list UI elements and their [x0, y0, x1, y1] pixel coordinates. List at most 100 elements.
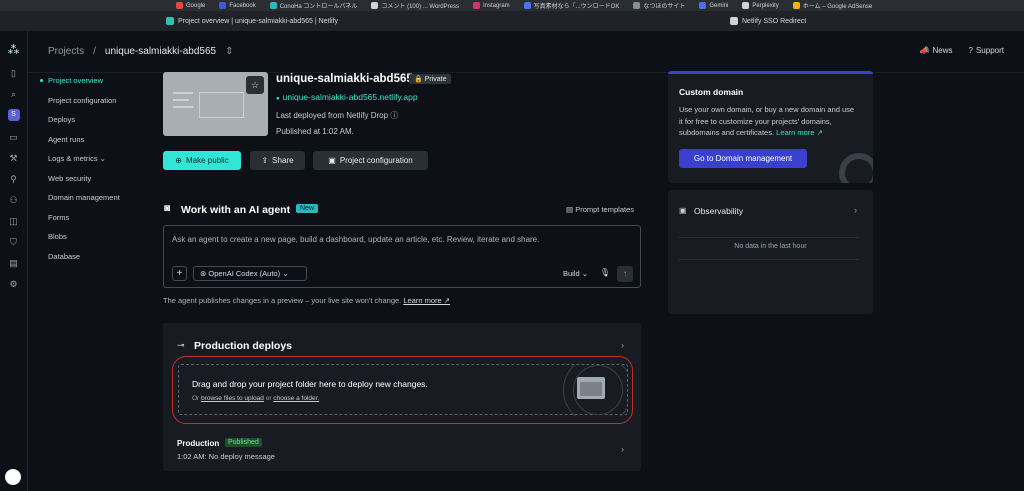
- breadcrumb-separator: /: [93, 46, 96, 57]
- drop-zone[interactable]: Drag and drop your project folder here t…: [178, 364, 628, 416]
- security-shield-icon[interactable]: ⛉: [9, 237, 19, 247]
- nav-item[interactable]: Blobs: [40, 231, 150, 251]
- production-deploys-card: ⊸ Production deploys › Drag and drop you…: [163, 323, 641, 471]
- thumb-line: [173, 106, 193, 108]
- bookmark-label: コメント (100) ... WordPress: [381, 4, 459, 10]
- support-button[interactable]: ? Support: [969, 46, 1004, 55]
- project-switcher-chevron-icon[interactable]: ⇕: [225, 46, 233, 57]
- favorite-star-icon[interactable]: ☆: [246, 76, 264, 94]
- netlify-favicon-icon: [166, 17, 174, 25]
- project-configuration-button[interactable]: ▣ Project configuration: [313, 151, 428, 170]
- observability-card[interactable]: ▣ Observability › No data in the last ho…: [668, 190, 873, 314]
- nav-item[interactable]: Logs & metrics ⌄: [40, 153, 150, 173]
- bookmark-label: Facebook: [229, 2, 256, 9]
- prompt-templates-link[interactable]: ▤ Prompt templates: [566, 205, 634, 214]
- observability-title: Observability: [694, 206, 744, 216]
- published-time: Published at 1:02 AM.: [276, 127, 354, 136]
- bookmark-favicon-icon: [699, 2, 707, 9]
- browser-tab-sso[interactable]: Netlify SSO Redirect: [730, 14, 806, 28]
- nav-item[interactable]: Project overview: [40, 75, 150, 95]
- members-icon[interactable]: ⚇: [9, 195, 19, 205]
- mode-label: Build: [562, 269, 580, 278]
- tab-title: Netlify SSO Redirect: [742, 17, 807, 25]
- ai-learn-more-link[interactable]: Learn more ↗: [403, 296, 450, 305]
- bookmark-item[interactable]: Google: [176, 2, 205, 9]
- attach-plus-button[interactable]: +: [172, 266, 187, 281]
- mode-select[interactable]: Build ⌄: [563, 269, 588, 278]
- nav-item[interactable]: Project configuration: [40, 95, 150, 115]
- ai-prompt-box[interactable]: Ask an agent to create a new page, build…: [163, 225, 641, 288]
- projects-icon[interactable]: ▭: [9, 132, 19, 142]
- bookmark-item[interactable]: 写真素材なら「...ウンロードOK: [523, 1, 619, 10]
- breadcrumb-projects-link[interactable]: Projects: [48, 46, 84, 57]
- microphone-icon[interactable]: 🎙: [600, 268, 610, 277]
- browse-files-link[interactable]: browse files to upload: [201, 395, 264, 402]
- chevron-right-icon[interactable]: ›: [621, 340, 624, 350]
- netlify-logo-icon[interactable]: ⁂: [7, 43, 21, 57]
- extensions-icon[interactable]: ⚲: [9, 174, 19, 184]
- ai-prompt-input[interactable]: Ask an agent to create a new page, build…: [172, 235, 539, 244]
- production-label[interactable]: Production: [177, 439, 219, 448]
- browser-tab-active[interactable]: Project overview | unique-salmiakki-abd5…: [166, 14, 338, 28]
- observability-empty-text: No data in the last hour: [734, 243, 807, 250]
- news-button[interactable]: 📣 News: [920, 46, 953, 55]
- go-to-domain-management-button[interactable]: Go to Domain management: [679, 149, 807, 168]
- bookmark-item[interactable]: なつほのサイト: [633, 1, 685, 10]
- chevron-right-icon[interactable]: ›: [854, 205, 857, 215]
- chart-gridline: [679, 237, 859, 238]
- nav-item[interactable]: Web security: [40, 173, 150, 193]
- bookmark-favicon-icon: [792, 2, 800, 9]
- builds-icon[interactable]: ⚒: [9, 153, 19, 163]
- site-preview-thumbnail[interactable]: ☆: [163, 72, 268, 136]
- prompt-templates-label: Prompt templates: [575, 205, 634, 214]
- netlify-app: ⁂ ▯ ⌕ S ▭ ⚒ ⚲ ⚇ ◫ ⛉ ▤ ⚙ Projects / uniqu…: [0, 31, 1024, 491]
- drop-zone-subtitle: Or browse files to upload or choose a fo…: [192, 395, 319, 402]
- share-button[interactable]: ⇪ Share: [250, 151, 305, 170]
- production-deploys-title[interactable]: Production deploys: [194, 340, 292, 352]
- bookmark-item[interactable]: コメント (100) ... WordPress: [371, 1, 459, 10]
- thumb-line: [173, 92, 193, 94]
- domains-icon[interactable]: ◫: [9, 216, 19, 226]
- ai-bot-icon: ◙: [164, 203, 171, 214]
- bookmark-item[interactable]: Gemini: [699, 2, 728, 9]
- domain-learn-more-link[interactable]: Learn more ↗: [776, 128, 823, 137]
- chevron-right-icon[interactable]: ›: [621, 444, 624, 454]
- custom-domain-card: Custom domain Use your own domain, or bu…: [668, 71, 873, 183]
- deploy-commit-icon: ⊸: [177, 340, 185, 350]
- site-name: unique-salmiakki-abd565: [276, 73, 413, 85]
- bookmark-item[interactable]: ホーム – Google AdSense: [792, 1, 873, 10]
- bookmark-item[interactable]: Perplexity: [742, 2, 779, 9]
- user-avatar[interactable]: [5, 469, 21, 485]
- nav-item[interactable]: Agent runs: [40, 134, 150, 154]
- search-icon[interactable]: ⌕: [9, 89, 19, 99]
- nav-item[interactable]: Forms: [40, 212, 150, 232]
- new-badge: New: [296, 204, 319, 213]
- chart-gridline: [679, 259, 859, 260]
- send-arrow-icon[interactable]: ↑: [617, 266, 633, 282]
- custom-domain-text: Use your own domain, or buy a new domain…: [679, 104, 859, 139]
- bookmark-item[interactable]: Instagram: [472, 2, 510, 9]
- private-badge: 🔒 Private: [409, 74, 452, 84]
- choose-folder-link[interactable]: choose a folder.: [273, 395, 319, 402]
- top-bar: Projects / unique-salmiakki-abd565 ⇕ 📣 Ne…: [28, 31, 1024, 73]
- bookmark-label: Instagram: [482, 2, 510, 9]
- info-icon[interactable]: ⓘ: [390, 111, 398, 120]
- bookmark-label: ホーム – Google AdSense: [802, 4, 873, 10]
- nav-item[interactable]: Database: [40, 251, 150, 271]
- nav-item[interactable]: Domain management: [40, 192, 150, 212]
- bookmark-label: Google: [186, 2, 206, 9]
- breadcrumb-current-project[interactable]: unique-salmiakki-abd565: [105, 46, 216, 57]
- drop-or-text: Or: [192, 395, 200, 402]
- bookmark-label: なつほのサイト: [643, 4, 686, 10]
- billing-icon[interactable]: ▤: [9, 258, 19, 268]
- browser-tab-strip: Project overview | unique-salmiakki-abd5…: [0, 11, 1024, 31]
- settings-gear-icon[interactable]: ⚙: [9, 279, 19, 289]
- bookmark-item[interactable]: ConoHa コントロールパネル: [269, 1, 357, 10]
- sidebar-toggle-icon[interactable]: ▯: [9, 68, 19, 78]
- bookmark-item[interactable]: Facebook: [219, 2, 256, 9]
- model-select[interactable]: ⊛ OpenAI Codex (Auto) ⌄: [193, 266, 307, 281]
- site-url-link[interactable]: unique-salmiakki-abd565.netlify.app: [276, 92, 418, 102]
- nav-item[interactable]: Deploys: [40, 114, 150, 134]
- make-public-button[interactable]: ⊕ Make public: [163, 151, 241, 170]
- team-avatar-icon[interactable]: S: [7, 109, 20, 121]
